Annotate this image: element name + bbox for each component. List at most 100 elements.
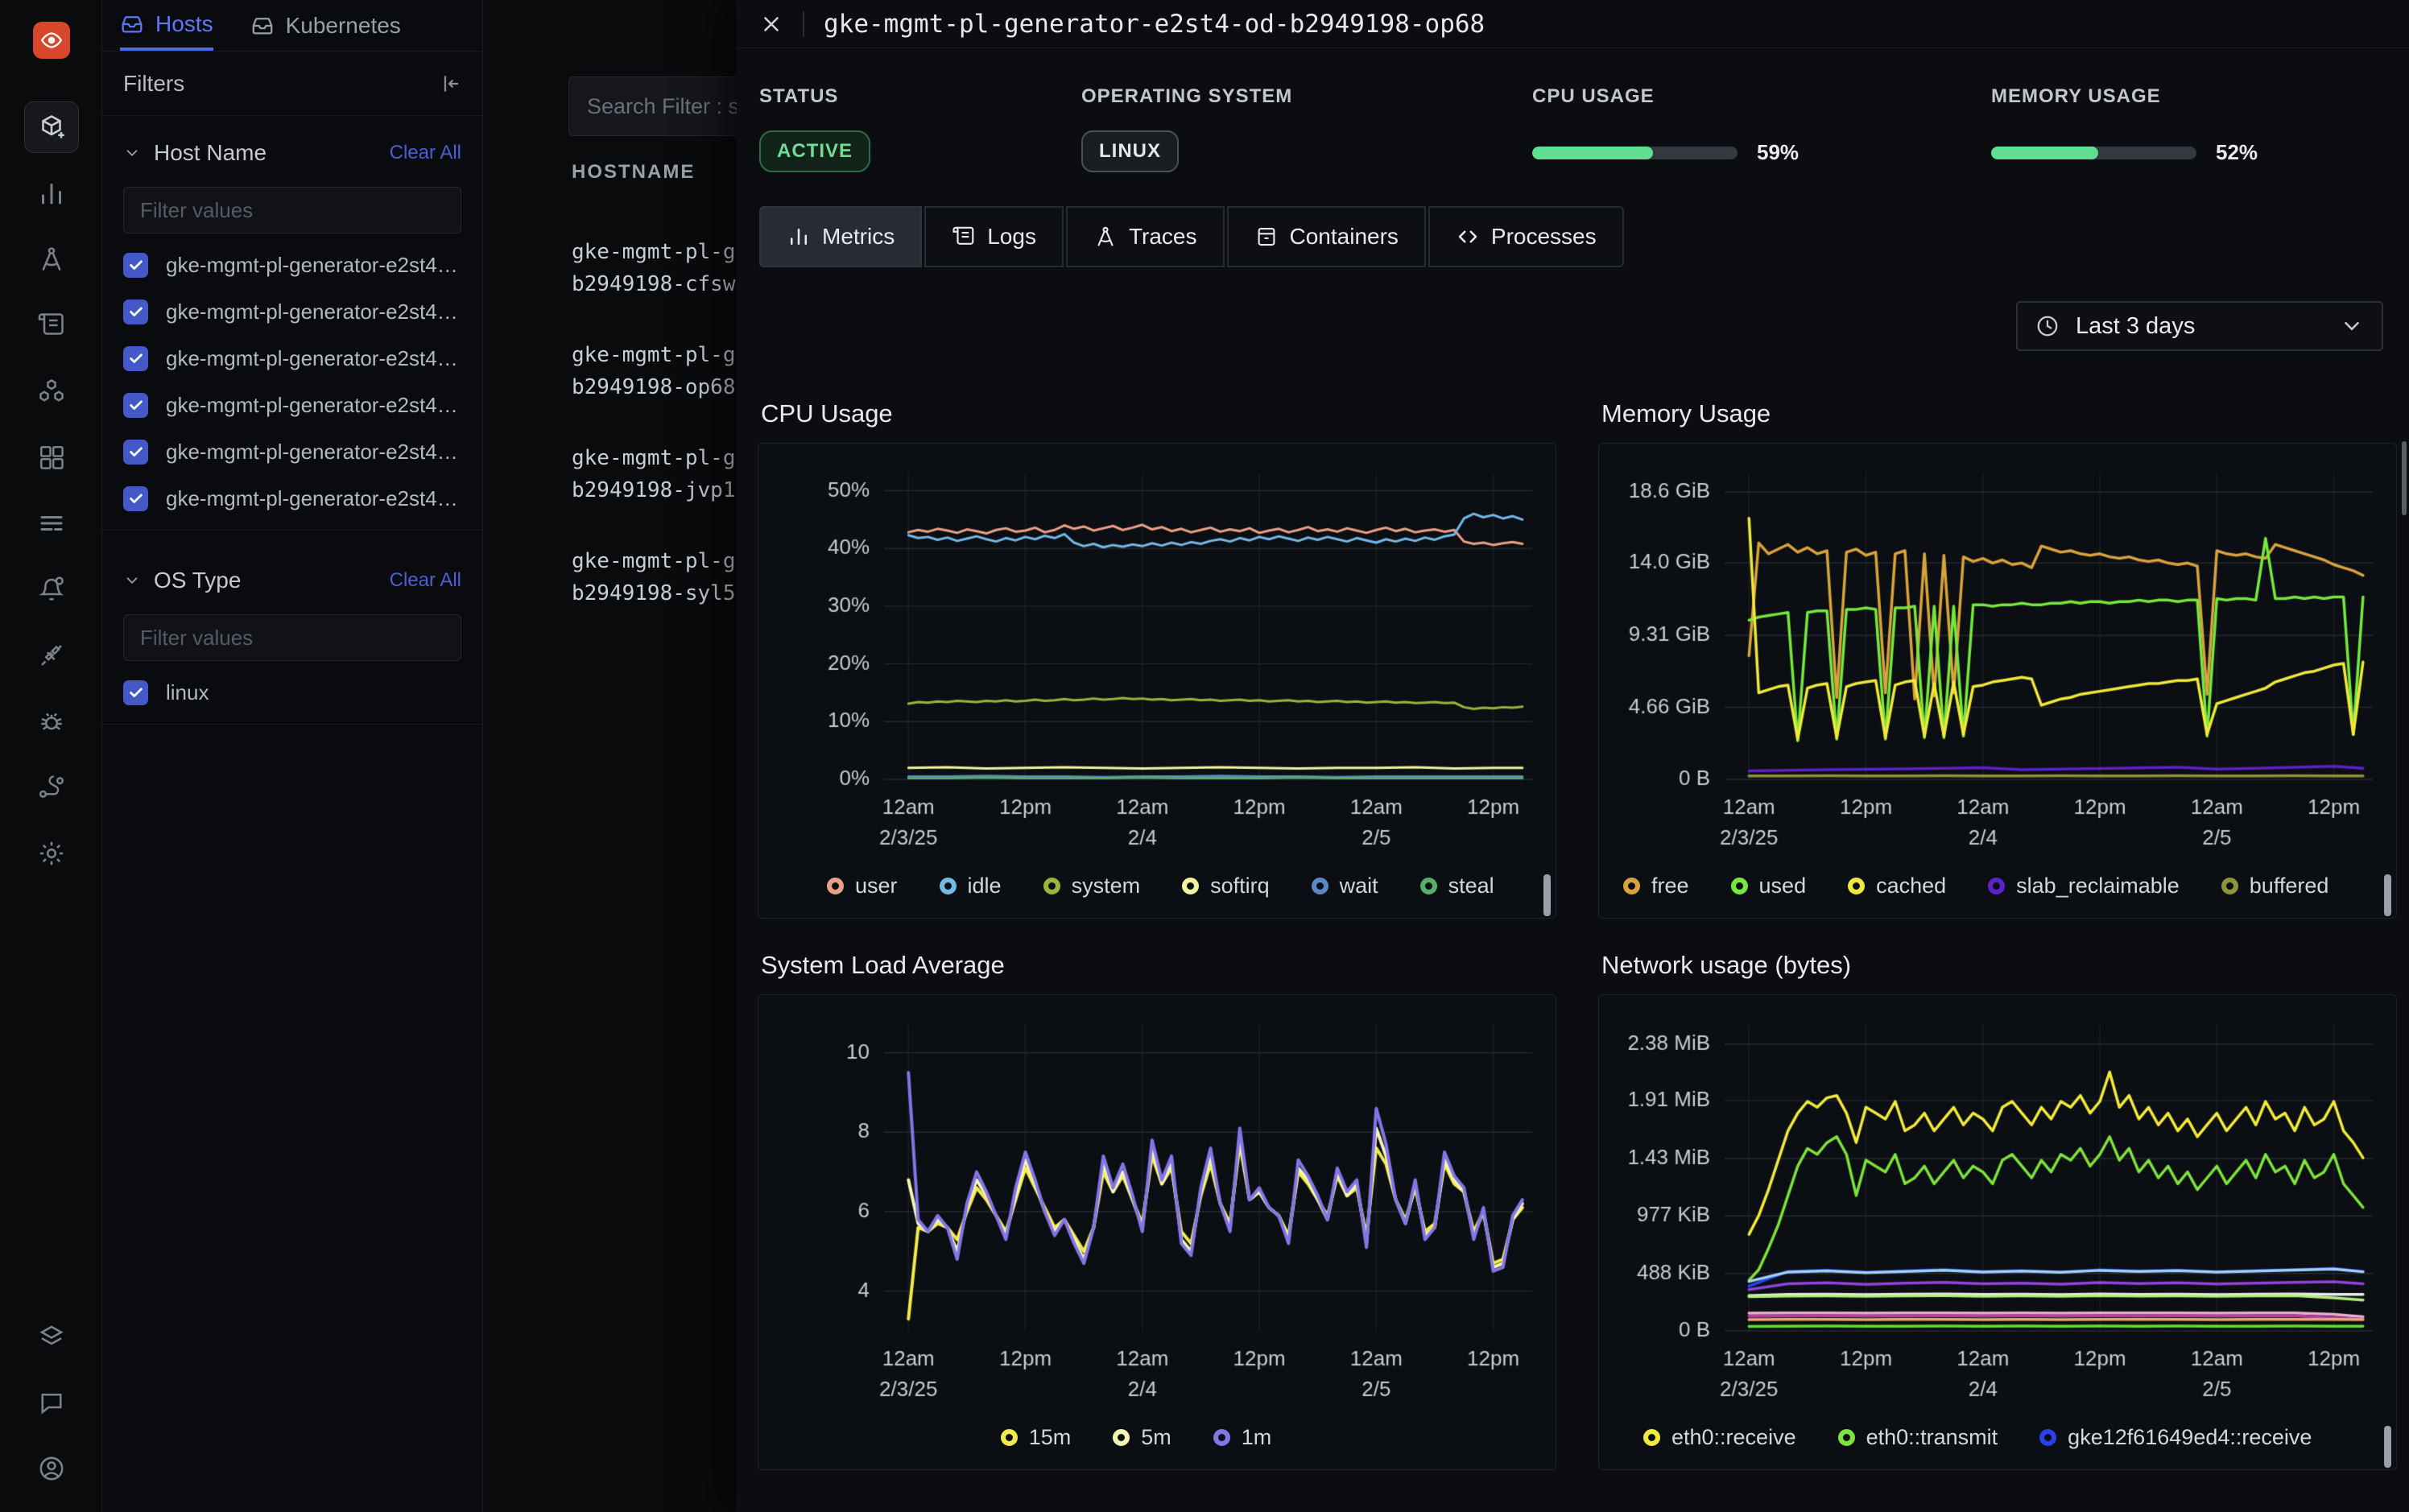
legend-item[interactable]: gke12f61649ed4::receive — [2039, 1425, 2312, 1450]
compass-icon — [37, 245, 66, 274]
clear-all-link[interactable]: Clear All — [390, 142, 461, 164]
sidebar-item-logs[interactable] — [24, 300, 79, 351]
cpu-legend: user idle system softirq wait steal — [758, 865, 1556, 907]
chart-title: Memory Usage — [1601, 399, 2397, 428]
user-circle-icon — [37, 1454, 66, 1483]
drawer-scrollbar-thumb[interactable] — [2402, 441, 2407, 515]
network-usage-chart[interactable] — [1612, 1005, 2385, 1407]
legend-label: slab_reclaimable — [2016, 874, 2180, 899]
legend-item[interactable]: steal — [1420, 874, 1494, 899]
legend-item[interactable]: 5m — [1113, 1425, 1171, 1450]
chart-block-load: System Load Average 15m 5m 1m — [758, 951, 1556, 1470]
scroll-icon — [952, 225, 976, 249]
legend-item[interactable]: used — [1731, 874, 1807, 899]
host-name-option-label: gke-mgmt-pl-generator-e2st4-od-... — [166, 486, 461, 511]
host-name-option[interactable]: gke-mgmt-pl-generator-e2st4-od-... — [123, 288, 461, 335]
status-label: STATUS — [759, 85, 1081, 108]
host-name-option-label: gke-mgmt-pl-generator-e2st4-od-... — [166, 346, 461, 371]
legend-scrollbar-thumb[interactable] — [2384, 874, 2391, 916]
sidebar-item-alerts[interactable] — [24, 564, 79, 615]
filter-section-title: Host Name — [154, 140, 390, 166]
checkbox-checked[interactable] — [123, 440, 148, 465]
sidebar-item-service-map[interactable] — [24, 762, 79, 813]
legend-item[interactable]: wait — [1312, 874, 1378, 899]
sidebar-item-integrations[interactable] — [24, 630, 79, 681]
sidebar-item-dashboards[interactable] — [24, 432, 79, 483]
legend-item[interactable]: softirq — [1182, 874, 1270, 899]
sidebar-item-exceptions[interactable] — [24, 696, 79, 747]
sidebar-item-pipelines[interactable] — [24, 498, 79, 549]
chevron-down-icon[interactable] — [123, 144, 141, 162]
legend-item[interactable]: cached — [1848, 874, 1946, 899]
sidebar-item-settings[interactable] — [24, 828, 79, 879]
legend-item[interactable]: slab_reclaimable — [1988, 874, 2180, 899]
drawer-title: gke-mgmt-pl-generator-e2st4-od-b2949198-… — [824, 10, 1485, 39]
sidebar-item-services[interactable] — [24, 366, 79, 417]
legend-item[interactable]: idle — [940, 874, 1002, 899]
close-icon[interactable] — [759, 12, 783, 36]
tab-logs[interactable]: Logs — [924, 206, 1064, 267]
sidebar-item-layers[interactable] — [24, 1311, 79, 1362]
clear-all-link[interactable]: Clear All — [390, 569, 461, 592]
cpu-usage-card: user idle system softirq wait steal — [758, 443, 1556, 919]
os-type-filter-input[interactable] — [123, 614, 461, 661]
legend-item[interactable]: user — [827, 874, 898, 899]
sidebar-item-infrastructure[interactable] — [24, 101, 79, 153]
chevron-down-icon — [2340, 314, 2364, 338]
chevron-down-icon[interactable] — [123, 572, 141, 589]
host-name-option[interactable]: gke-mgmt-pl-generator-e2st4-od-... — [123, 475, 461, 522]
host-name-option[interactable]: gke-mgmt-pl-generator-e2st4-od-... — [123, 335, 461, 382]
checkbox-checked[interactable] — [123, 680, 148, 705]
legend-item[interactable]: eth0::receive — [1643, 1425, 1796, 1450]
legend-ring-icon — [1838, 1429, 1855, 1446]
network-usage-card: eth0::receive eth0::transmit gke12f61649ed… — [1598, 994, 2397, 1470]
host-name-option[interactable]: gke-mgmt-pl-generator-e2st4-od-... — [123, 382, 461, 428]
legend-item[interactable]: buffered — [2221, 874, 2329, 899]
tab-containers[interactable]: Containers — [1227, 206, 1426, 267]
checkbox-checked[interactable] — [123, 300, 148, 324]
host-name-option[interactable]: gke-mgmt-pl-generator-e2st4-od-... — [123, 428, 461, 475]
app-logo[interactable] — [33, 22, 70, 59]
tab-metrics[interactable]: Metrics — [759, 206, 922, 267]
sidebar-item-account[interactable] — [24, 1443, 79, 1494]
checkbox-checked[interactable] — [123, 346, 148, 371]
tab-traces[interactable]: Traces — [1066, 206, 1225, 267]
legend-scrollbar-thumb[interactable] — [1543, 874, 1551, 916]
tab-processes[interactable]: Processes — [1428, 206, 1624, 267]
tab-kubernetes[interactable]: Kubernetes — [250, 0, 401, 51]
sidebar-item-metrics[interactable] — [24, 167, 79, 219]
entity-tabs: Hosts Kubernetes — [102, 0, 482, 52]
host-name-filter-input[interactable] — [123, 187, 461, 233]
chart-block-network: Network usage (bytes) eth0::receiveeth0:… — [1598, 951, 2397, 1470]
memory-usage-chart[interactable] — [1612, 453, 2385, 856]
legend-ring-icon — [1643, 1429, 1660, 1446]
checkbox-checked[interactable] — [123, 393, 148, 418]
legend-label: cached — [1876, 874, 1946, 899]
bar-chart-icon — [37, 179, 66, 208]
legend-item[interactable]: 15m — [1001, 1425, 1072, 1450]
cpu-usage-chart[interactable] — [771, 453, 1544, 856]
checkbox-checked[interactable] — [123, 253, 148, 278]
legend-item[interactable]: 1m — [1213, 1425, 1272, 1450]
chart-title: System Load Average — [761, 951, 1556, 980]
host-name-option[interactable]: gke-mgmt-pl-generator-e2st4-od-... — [123, 242, 461, 288]
host-list-column: HOSTNAME gke-mgmt-pl-gb2949198-cfsw gke-… — [483, 0, 737, 1512]
legend-scrollbar-thumb[interactable] — [2384, 1426, 2391, 1468]
legend-item[interactable]: free — [1623, 874, 1689, 899]
system-load-chart[interactable] — [771, 1005, 1544, 1407]
time-range-selector[interactable]: Last 3 days — [2016, 301, 2383, 351]
legend-item[interactable]: system — [1043, 874, 1141, 899]
route-icon — [37, 773, 66, 802]
checkbox-checked[interactable] — [123, 486, 148, 511]
memory-usage-percent: 52% — [2216, 140, 2258, 165]
hosts-filter-panel: Hosts Kubernetes Filters Host Name Clear… — [102, 0, 483, 1512]
legend-label: 5m — [1141, 1425, 1171, 1450]
memory-legend: free used cached slab_reclaimable buffered — [1599, 865, 2396, 907]
sidebar-item-feedback[interactable] — [24, 1377, 79, 1428]
sidebar-item-traces[interactable] — [24, 233, 79, 285]
collapse-panel-icon[interactable] — [437, 72, 461, 96]
os-type-option[interactable]: linux — [123, 669, 461, 716]
legend-item[interactable]: eth0::transmit — [1838, 1425, 1998, 1450]
legend-label: eth0::receive — [1671, 1425, 1796, 1450]
tab-hosts[interactable]: Hosts — [120, 0, 213, 51]
